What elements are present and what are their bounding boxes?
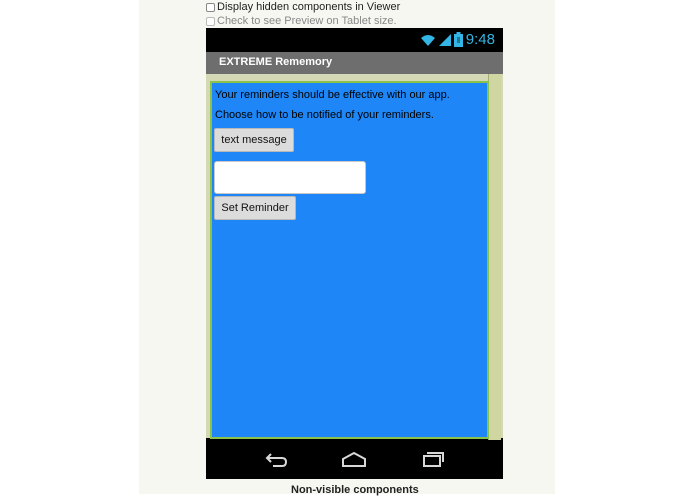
tablet-preview-option[interactable]: Check to see Preview on Tablet size. (206, 14, 397, 28)
app-title-bar: EXTREME Rememory (206, 52, 503, 74)
display-hidden-option[interactable]: Display hidden components in Viewer (206, 0, 400, 14)
battery-icon (453, 32, 463, 47)
navigation-bar (206, 440, 503, 479)
display-hidden-checkbox[interactable] (206, 2, 215, 12)
text-message-button[interactable]: text message (214, 128, 294, 152)
status-bar: 9:48 (206, 28, 503, 52)
vertical-scrollbar[interactable] (488, 74, 501, 440)
home-icon[interactable] (341, 450, 367, 470)
intro-label: Your reminders should be effective with … (215, 89, 450, 101)
non-visible-components-heading: Non-visible components (291, 484, 419, 496)
tablet-preview-label: Check to see Preview on Tablet size. (217, 15, 397, 27)
recents-icon[interactable] (420, 450, 446, 470)
set-reminder-button[interactable]: Set Reminder (214, 196, 296, 220)
wifi-icon (420, 34, 435, 46)
signal-icon (438, 33, 451, 46)
display-hidden-label: Display hidden components in Viewer (217, 1, 401, 13)
back-icon[interactable] (264, 450, 290, 470)
phone-preview: 9:48 EXTREME Rememory Your reminders sho… (206, 28, 503, 479)
choose-label: Choose how to be notified of your remind… (215, 109, 434, 121)
reminder-textbox[interactable] (214, 161, 366, 194)
app-title: EXTREME Rememory (219, 56, 333, 68)
status-time: 9:48 (465, 31, 495, 48)
screen-content: Your reminders should be effective with … (210, 81, 489, 439)
tablet-preview-checkbox[interactable] (206, 16, 215, 26)
